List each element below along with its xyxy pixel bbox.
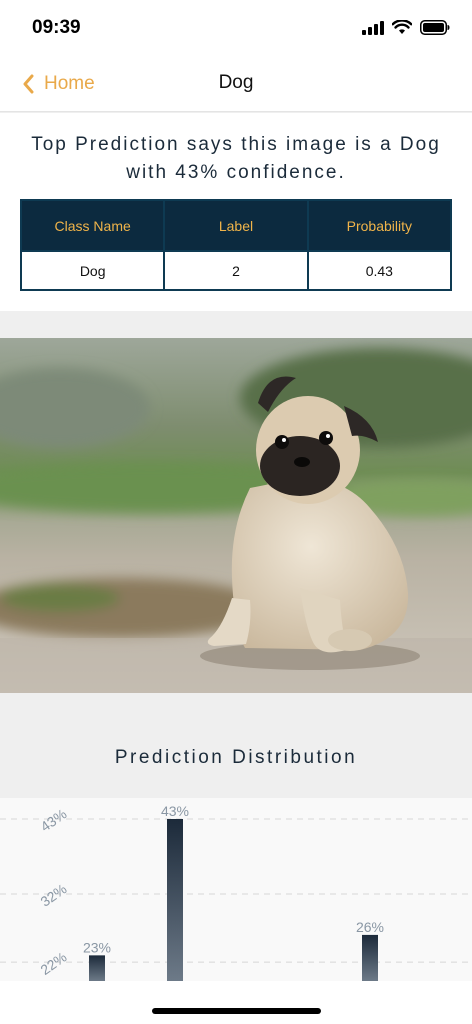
y-tick-label: 43% <box>37 806 69 835</box>
y-tick-label: 32% <box>37 881 69 910</box>
pug-image <box>0 338 472 693</box>
table-header-row: Class Name Label Probability <box>19 199 453 252</box>
bar-value-label: 26% <box>356 919 384 935</box>
status-time: 09:39 <box>32 17 81 38</box>
battery-icon <box>420 20 450 35</box>
table-row: Dog 2 0.43 <box>19 250 453 291</box>
y-tick-label: 22% <box>37 949 69 978</box>
status-bar: 09:39 <box>0 0 472 56</box>
column-header-class-name: Class Name <box>19 199 166 252</box>
prediction-card: Top Prediction says this image is a Dog … <box>0 113 472 311</box>
bar-0[interactable] <box>89 955 105 981</box>
status-icons <box>362 20 450 35</box>
page-title: Dog <box>218 72 254 93</box>
cell-label: 2 <box>163 250 309 291</box>
cellular-signal-icon <box>362 20 384 35</box>
prediction-distribution-chart: 43% 32% 22% 23% 43% 26% <box>0 798 472 981</box>
home-indicator-area <box>0 981 472 1024</box>
bar-value-label: 43% <box>161 803 189 819</box>
bar-chart: 43% 32% 22% 23% 43% 26% <box>0 803 472 981</box>
wifi-icon <box>392 20 412 34</box>
prediction-table: Class Name Label Probability Dog 2 0.43 <box>19 199 453 291</box>
home-indicator[interactable] <box>152 1008 321 1014</box>
cell-probability: 0.43 <box>306 250 453 291</box>
bar-2[interactable] <box>362 934 378 981</box>
bar-value-label: 23% <box>83 939 111 955</box>
distribution-title: Prediction Distribution <box>114 747 358 768</box>
dog-photo <box>0 338 472 693</box>
top-prediction-text: Top Prediction says this image is a Dog … <box>31 134 441 183</box>
column-header-label: Label <box>163 199 309 252</box>
bar-1[interactable] <box>167 819 183 981</box>
cell-class-name: Dog <box>19 250 166 291</box>
column-header-probability: Probability <box>306 199 453 252</box>
navigation-bar: Home Dog <box>0 56 472 112</box>
